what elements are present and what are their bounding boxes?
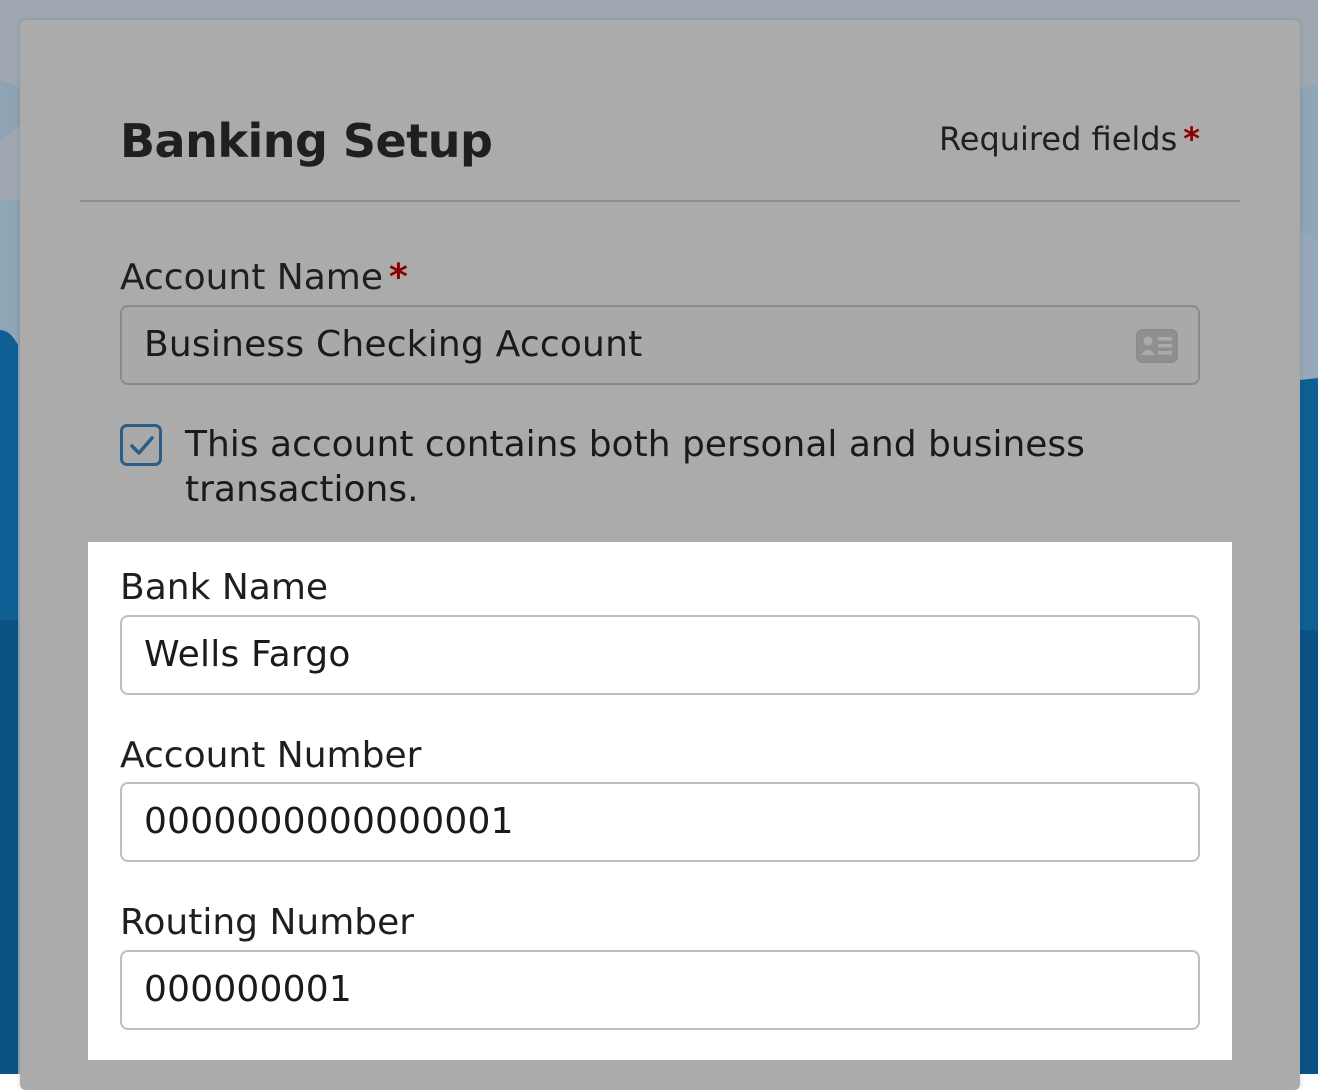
dialog-title: Banking Setup bbox=[120, 114, 493, 168]
account-number-label: Account Number bbox=[120, 735, 422, 776]
account-name-label: Account Name * bbox=[120, 256, 408, 299]
dialog-header: Banking Setup Required fields * bbox=[80, 100, 1240, 200]
bank-details-section: Bank Name Wells Fargo Account Number 000… bbox=[88, 542, 1232, 1060]
mixed-use-checkbox[interactable] bbox=[120, 424, 162, 466]
required-fields-text: Required fields bbox=[938, 120, 1178, 158]
account-number-input[interactable]: 0000000000000001 bbox=[120, 782, 1200, 862]
required-asterisk: * bbox=[1183, 120, 1200, 158]
routing-number-value: 000000001 bbox=[144, 969, 352, 1010]
account-name-required-asterisk: * bbox=[389, 257, 408, 298]
account-name-input[interactable]: Business Checking Account bbox=[120, 305, 1200, 385]
contact-card-icon[interactable] bbox=[1136, 329, 1178, 363]
routing-number-input[interactable]: 000000001 bbox=[120, 950, 1200, 1030]
account-name-label-text: Account Name bbox=[120, 257, 384, 298]
bank-name-label: Bank Name bbox=[120, 567, 329, 608]
header-divider bbox=[80, 200, 1240, 202]
account-name-value: Business Checking Account bbox=[144, 324, 643, 365]
checkmark-icon bbox=[130, 436, 154, 455]
bank-name-input[interactable]: Wells Fargo bbox=[120, 615, 1200, 695]
routing-number-label: Routing Number bbox=[120, 902, 415, 943]
account-number-value: 0000000000000001 bbox=[144, 801, 514, 842]
required-fields-note: Required fields * bbox=[939, 120, 1200, 158]
bank-name-value: Wells Fargo bbox=[144, 634, 351, 675]
mixed-use-checkbox-label[interactable]: This account contains both personal and … bbox=[185, 422, 1085, 512]
